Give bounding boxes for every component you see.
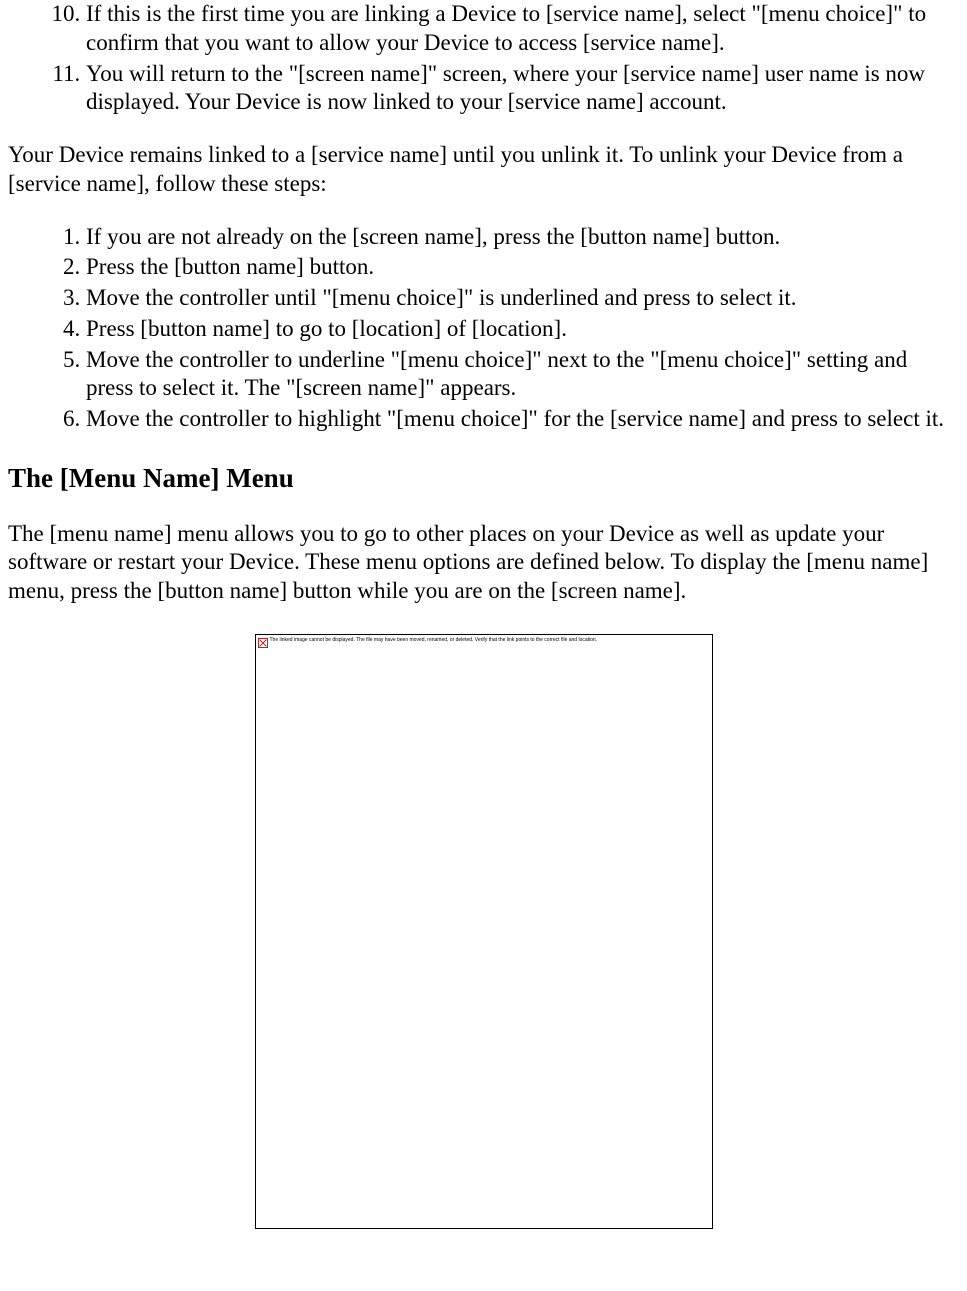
list-item: If this is the first time you are linkin… [86,0,959,58]
menu-description-paragraph: The [menu name] menu allows you to go to… [8,520,959,606]
image-placeholder-frame: The linked image cannot be displayed. Th… [255,634,713,1229]
unlink-intro-paragraph: Your Device remains linked to a [service… [8,141,959,199]
list-item: Move the controller to underline "[menu … [86,346,959,404]
broken-image-notice: The linked image cannot be displayed. Th… [258,637,598,648]
list-item: Press the [button name] button. [86,253,959,282]
menu-section-heading: The [Menu Name] Menu [8,462,959,496]
linking-steps-list: If this is the first time you are linkin… [8,0,959,117]
broken-image-icon [258,638,268,648]
unlink-steps-list: If you are not already on the [screen na… [8,223,959,434]
list-item: You will return to the "[screen name]" s… [86,60,959,118]
list-item: Press [button name] to go to [location] … [86,315,959,344]
list-item: Move the controller to highlight "[menu … [86,405,959,434]
list-item: Move the controller until "[menu choice]… [86,284,959,313]
list-item: If you are not already on the [screen na… [86,223,959,252]
broken-image-text: The linked image cannot be displayed. Th… [270,637,598,643]
